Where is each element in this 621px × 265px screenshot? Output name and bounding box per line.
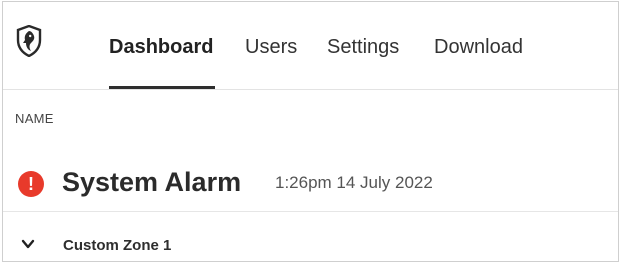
zone-row[interactable]: Custom Zone 1 [3,228,618,261]
active-tab-indicator [109,86,215,89]
alarm-title: System Alarm [62,167,242,197]
exclamation-circle-icon: ! [18,171,44,197]
alarm-timestamp: 1:26pm 14 July 2022 [275,173,433,192]
name-column-header: NAME [15,111,54,126]
top-navigation-bar: Dashboard Users Settings Download [3,2,618,90]
chevron-down-icon[interactable] [21,237,35,251]
alarm-row[interactable]: ! System Alarm 1:26pm 14 July 2022 [3,150,618,212]
tab-download[interactable]: Download [434,35,523,59]
zone-label: Custom Zone 1 [63,237,172,254]
shield-logo-icon[interactable] [16,25,42,57]
tab-users[interactable]: Users [245,35,297,59]
app-window: Dashboard Users Settings Download NAME !… [2,1,619,262]
tab-dashboard[interactable]: Dashboard [109,35,213,59]
tab-settings[interactable]: Settings [327,35,399,59]
